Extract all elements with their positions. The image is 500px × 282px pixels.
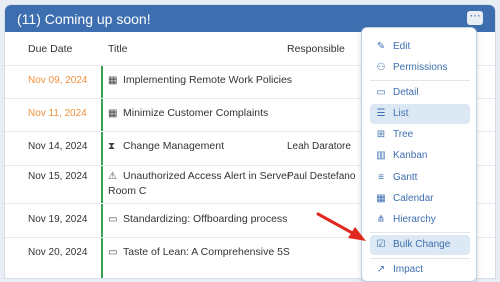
menu-divider <box>370 258 470 259</box>
responsible-name: Paul Destefano <box>287 171 356 182</box>
menu-item-hierarchy[interactable]: ⋔ Hierarchy <box>370 210 470 230</box>
options-dropdown-menu: ✎ Edit ⚇ Permissions ▭ Detail ☰ List ⊞ Tree ▥… <box>361 27 477 282</box>
menu-item-gantt[interactable]: ≡ Gantt <box>370 168 470 188</box>
due-date: Nov 14, 2024 <box>28 141 88 152</box>
status-bar <box>101 66 103 98</box>
calendar-icon: ▦ <box>108 75 118 86</box>
task-title[interactable]: ▦ Implementing Remote Work Policies <box>108 73 306 88</box>
menu-item-kanban[interactable]: ▥ Kanban <box>370 146 470 166</box>
menu-item-impact[interactable]: ↗ Impact <box>370 260 470 280</box>
menu-item-calendar[interactable]: ▦ Calendar <box>370 189 470 209</box>
column-header-responsible[interactable]: Responsible <box>287 43 345 55</box>
checkbox-icon: ☑ <box>376 239 386 250</box>
menu-item-label: Bulk Change <box>393 239 451 250</box>
menu-item-label: Tree <box>393 129 414 140</box>
menu-item-label: Calendar <box>393 193 434 204</box>
menu-item-label: Hierarchy <box>393 214 436 225</box>
task-title-text: Minimize Customer Complaints <box>123 107 269 119</box>
kanban-icon: ▥ <box>376 150 386 161</box>
menu-item-label: Edit <box>393 41 411 52</box>
hourglass-icon: ⧗ <box>108 141 116 152</box>
status-bar <box>101 132 103 165</box>
menu-divider <box>370 232 470 233</box>
task-title[interactable]: ▭ Taste of Lean: A Comprehensive 5S <box>108 245 306 260</box>
menu-divider <box>370 80 470 81</box>
menu-item-permissions[interactable]: ⚇ Permissions <box>370 58 470 78</box>
status-bar <box>101 166 103 203</box>
due-date: Nov 20, 2024 <box>28 247 88 258</box>
list-icon: ☰ <box>376 108 386 119</box>
pencil-icon: ✎ <box>376 41 386 52</box>
user-lock-icon: ⚇ <box>376 62 386 73</box>
responsible-name: Leah Daratore <box>287 141 351 152</box>
calendar-icon: ▦ <box>376 193 386 204</box>
menu-item-detail[interactable]: ▭ Detail <box>370 83 470 103</box>
menu-item-tree[interactable]: ⊞ Tree <box>370 125 470 145</box>
status-bar <box>101 204 103 237</box>
folder-icon: ▭ <box>108 247 118 258</box>
more-options-button[interactable]: ⋯ <box>467 11 483 25</box>
menu-item-label: Permissions <box>393 62 448 73</box>
task-title-text: Implementing Remote Work Policies <box>123 74 293 86</box>
tree-icon: ⊞ <box>376 129 386 140</box>
task-title[interactable]: ▭ Standardizing: Offboarding process <box>108 212 306 227</box>
detail-icon: ▭ <box>376 87 386 98</box>
menu-item-label: Kanban <box>393 150 428 161</box>
status-bar <box>101 238 103 278</box>
menu-item-label: Detail <box>393 87 419 98</box>
hierarchy-icon: ⋔ <box>376 214 386 225</box>
status-bar <box>101 99 103 131</box>
warning-icon: ⚠ <box>108 171 117 182</box>
menu-item-edit[interactable]: ✎ Edit <box>370 37 470 57</box>
column-header-title[interactable]: Title <box>108 43 127 55</box>
column-header-due-date[interactable]: Due Date <box>28 43 72 55</box>
widget-title: (11) Coming up soon! <box>17 11 151 27</box>
task-title[interactable]: ▦ Minimize Customer Complaints <box>108 106 306 121</box>
menu-item-bulk-change[interactable]: ☑ Bulk Change <box>370 235 470 255</box>
due-date: Nov 15, 2024 <box>28 171 88 182</box>
task-title-text: Change Management <box>123 140 224 152</box>
folder-icon: ▭ <box>108 214 118 225</box>
task-title[interactable]: ⧗ Change Management <box>108 139 306 154</box>
task-title-text: Unauthorized Access Alert in Server Room… <box>108 170 291 197</box>
gantt-icon: ≡ <box>378 172 384 183</box>
due-date: Nov 09, 2024 <box>28 75 88 86</box>
menu-item-label: List <box>393 108 409 119</box>
calendar-icon: ▦ <box>108 108 118 119</box>
menu-item-label: Impact <box>393 264 424 275</box>
task-title-text: Standardizing: Offboarding process <box>123 213 288 225</box>
task-title[interactable]: ⚠ Unauthorized Access Alert in Server Roo… <box>108 169 306 198</box>
menu-item-label: Gantt <box>393 172 418 183</box>
menu-item-list[interactable]: ☰ List <box>370 104 470 124</box>
impact-chart-icon: ↗ <box>376 264 386 275</box>
due-date: Nov 11, 2024 <box>28 108 87 119</box>
task-title-text: Taste of Lean: A Comprehensive 5S <box>123 246 290 258</box>
due-date: Nov 19, 2024 <box>28 214 88 225</box>
